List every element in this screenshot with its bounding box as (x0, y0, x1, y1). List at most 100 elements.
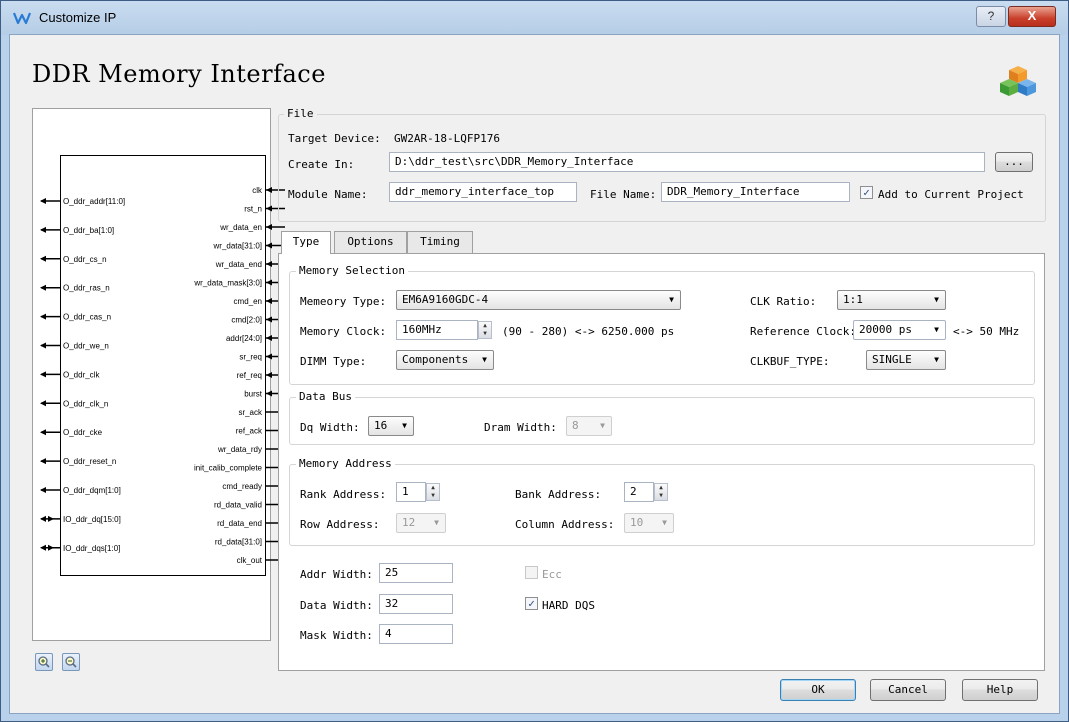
reference-clock-info: <-> 50 MHz (953, 325, 1020, 338)
symbol-pin-left: O_ddr_cke (40, 428, 103, 437)
memory-address-group (289, 464, 1035, 546)
pin-label: O_ddr_we_n (63, 342, 109, 351)
hard-dqs-checkbox[interactable]: ✓ (525, 597, 538, 610)
module-name-input[interactable]: ddr_memory_interface_top (389, 182, 577, 202)
symbol-pin-right: wr_data_rdy (217, 445, 285, 454)
help-button[interactable]: Help (962, 679, 1038, 701)
zoom-in-icon (38, 656, 50, 668)
memory-address-title: Memory Address (296, 457, 395, 470)
hard-dqs-label: HARD DQS (542, 599, 595, 612)
pin-label: clk_out (237, 556, 263, 565)
mask-width-input[interactable]: 4 (379, 624, 453, 644)
clk-ratio-value: 1:1 (843, 293, 863, 306)
clkbuf-type-select[interactable]: SINGLE ▼ (866, 350, 946, 370)
file-name-input[interactable]: DDR_Memory_Interface (661, 182, 850, 202)
chevron-down-icon: ▼ (934, 355, 939, 364)
symbol-pin-right: addr[24:0] (226, 334, 285, 343)
ecc-label: Ecc (542, 568, 562, 581)
ecc-checkbox[interactable] (525, 566, 538, 579)
row-address-select[interactable]: 12 ▼ (396, 513, 446, 533)
chevron-down-icon: ▼ (662, 518, 667, 527)
rank-address-label: Rank Address: (300, 488, 387, 501)
symbol-pin-left: IO_ddr_dqs[1:0] (40, 544, 120, 553)
symbol-pin-left: O_ddr_clk (40, 370, 100, 379)
dimm-type-select[interactable]: Components ▼ (396, 350, 494, 370)
symbol-pin-right: cmd_ready (222, 482, 285, 491)
dram-width-select[interactable]: 8 ▼ (566, 416, 612, 436)
pin-label: wr_data[31:0] (213, 242, 262, 251)
symbol-pin-right: wr_data_mask[3:0] (193, 279, 285, 288)
bank-address-spinner[interactable]: ▲ ▼ (654, 483, 668, 501)
chevron-down-icon: ▼ (669, 295, 674, 304)
column-address-select[interactable]: 10 ▼ (624, 513, 674, 533)
chevron-down-icon: ▼ (434, 518, 439, 527)
symbol-pin-left: O_ddr_ba[1:0] (40, 226, 114, 235)
dq-width-value: 16 (374, 419, 388, 432)
add-to-project-label: Add to Current Project (878, 188, 1024, 201)
rank-address-input[interactable]: 1 (396, 482, 426, 502)
zoom-in-button[interactable] (35, 653, 53, 671)
pin-label: init_calib_complete (194, 464, 263, 473)
memory-clock-spinner[interactable]: ▲ ▼ (478, 321, 492, 339)
bank-address-label: Bank Address: (515, 488, 602, 501)
dq-width-select[interactable]: 16 ▼ (368, 416, 414, 436)
memory-clock-label: Memory Clock: (300, 325, 387, 338)
clk-ratio-select[interactable]: 1:1 ▼ (837, 290, 946, 310)
symbol-pin-left: IO_ddr_dq[15:0] (40, 515, 121, 524)
tab-options[interactable]: Options (334, 231, 407, 253)
chevron-down-icon: ▼ (402, 421, 407, 430)
rank-address-spinner[interactable]: ▲ ▼ (426, 483, 440, 501)
data-width-input[interactable]: 32 (379, 594, 453, 614)
data-width-label: Data Width: (300, 599, 373, 612)
memory-selection-title: Memory Selection (296, 264, 408, 277)
pin-label: O_ddr_cas_n (63, 313, 111, 322)
pin-label: cmd_en (234, 297, 262, 306)
target-device-value: GW2AR-18-LQFP176 (394, 132, 500, 145)
reference-clock-value: 20000 ps (859, 323, 912, 336)
pin-label: addr[24:0] (226, 334, 262, 343)
symbol-pin-left: O_ddr_ras_n (40, 284, 110, 293)
tab-type[interactable]: Type (281, 231, 331, 254)
clk-ratio-label: CLK Ratio: (750, 295, 817, 308)
reference-clock-select[interactable]: 20000 ps ▼ (853, 320, 946, 340)
symbol-pin-right: rd_data_end (217, 519, 285, 528)
chevron-down-icon: ▼ (934, 325, 939, 334)
memory-clock-input[interactable]: 160MHz (396, 320, 478, 340)
pin-label: O_ddr_ras_n (63, 284, 110, 293)
module-name-label: Module Name: (288, 188, 368, 201)
symbol-pin-right: wr_data_end (215, 260, 285, 269)
symbol-pin-left: O_ddr_cas_n (40, 313, 111, 322)
dimm-type-value: Components (402, 353, 469, 366)
mask-width-label: Mask Width: (300, 629, 373, 642)
dq-width-label: Dq Width: (300, 421, 360, 434)
file-name-label: File Name: (590, 188, 657, 201)
tab-timing[interactable]: Timing (407, 231, 473, 253)
pin-label: O_ddr_dqm[1:0] (63, 486, 121, 495)
cancel-button[interactable]: Cancel (870, 679, 946, 701)
symbol-pin-right: wr_data[31:0] (213, 242, 285, 251)
pin-label: O_ddr_reset_n (63, 457, 116, 466)
pin-label: O_ddr_cs_n (63, 255, 107, 264)
add-to-project-checkbox[interactable]: ✓ (860, 186, 873, 199)
pin-label: wr_data_end (215, 260, 262, 269)
pin-label: O_ddr_addr[11:0] (63, 197, 125, 206)
create-in-label: Create In: (288, 158, 355, 171)
create-in-input[interactable]: D:\ddr_test\src\DDR_Memory_Interface (389, 152, 985, 172)
pin-label: O_ddr_clk_n (63, 399, 108, 408)
memory-type-value: EM6A9160GDC-4 (402, 293, 489, 306)
dimm-type-label: DIMM Type: (300, 355, 367, 368)
pin-label: ref_ack (236, 427, 263, 436)
file-group-title: File (284, 107, 317, 120)
pin-label: IO_ddr_dq[15:0] (63, 515, 121, 524)
symbol-pin-left: O_ddr_clk_n (40, 399, 108, 408)
addr-width-input[interactable]: 25 (379, 563, 453, 583)
chevron-down-icon: ▼ (934, 295, 939, 304)
zoom-out-button[interactable] (62, 653, 80, 671)
browse-button[interactable]: ... (995, 152, 1033, 172)
pin-label: ref_req (237, 371, 262, 380)
clkbuf-type-value: SINGLE (872, 353, 912, 366)
pin-label: sr_req (239, 353, 262, 362)
bank-address-input[interactable]: 2 (624, 482, 654, 502)
memory-type-select[interactable]: EM6A9160GDC-4 ▼ (396, 290, 681, 310)
ok-button[interactable]: OK (780, 679, 856, 701)
